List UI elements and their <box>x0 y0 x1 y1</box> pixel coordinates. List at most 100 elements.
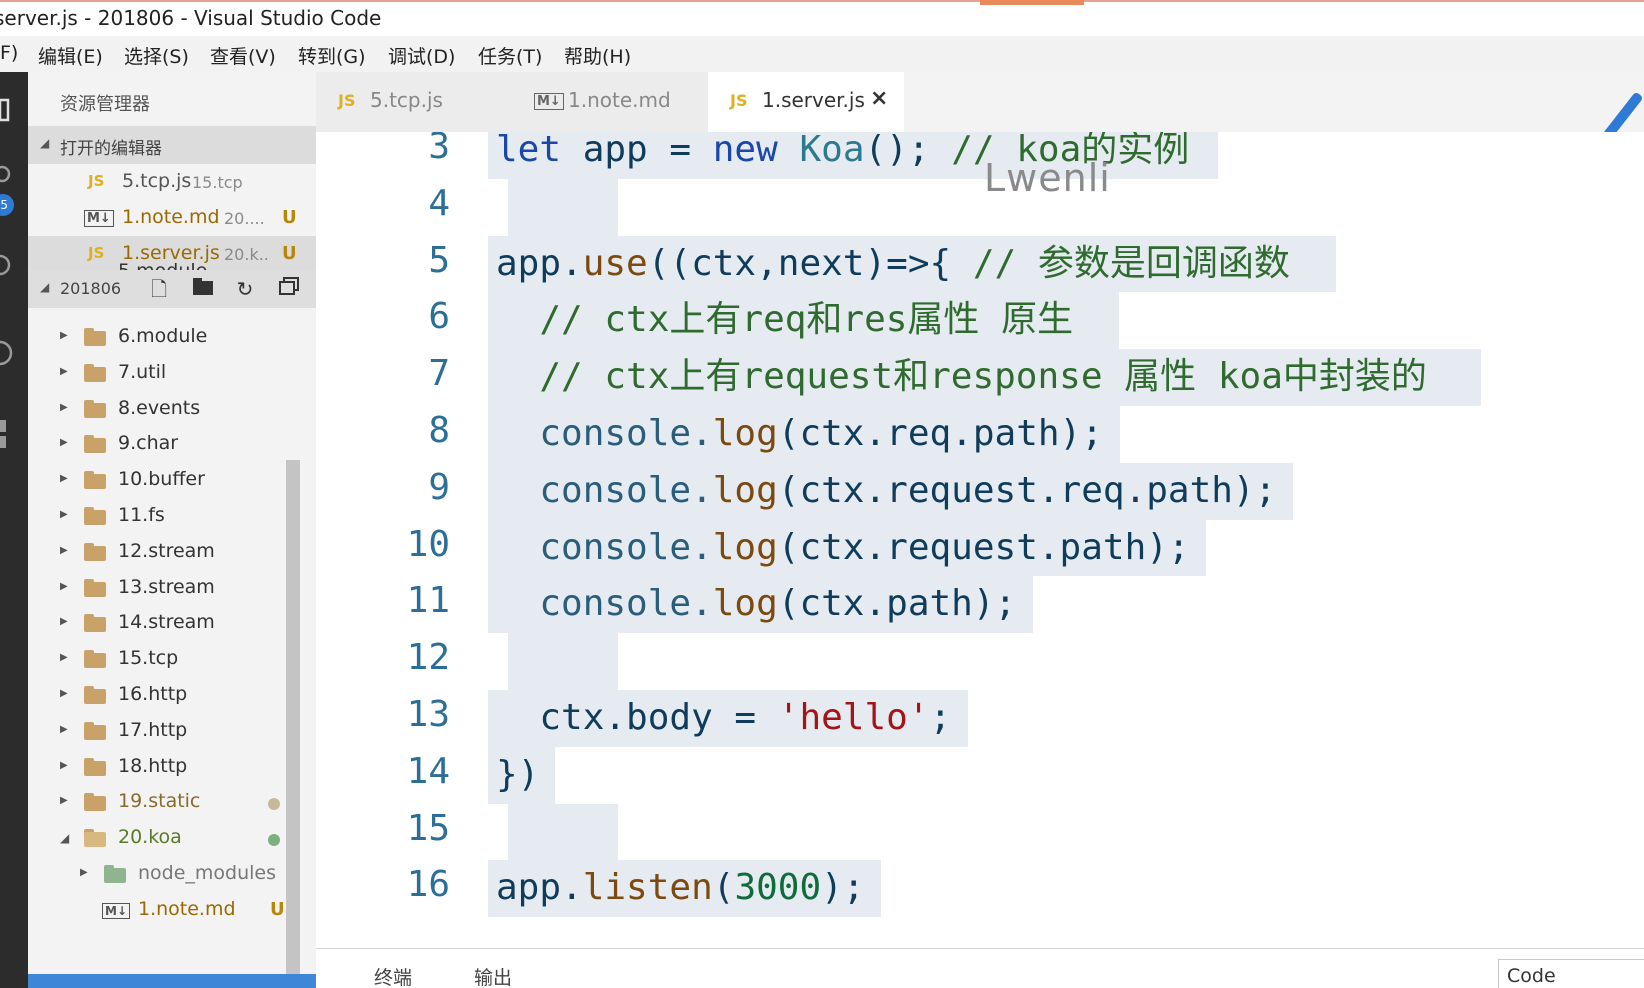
source-control-badge: 5 <box>0 194 14 216</box>
tree-item-label: 20.koa <box>118 826 182 849</box>
chevron-right-icon: ▶ <box>60 688 68 699</box>
tree-item-folder[interactable]: ◢ 20.koa <box>28 821 316 857</box>
menu-goto[interactable]: 转到(G) <box>298 42 366 69</box>
tab-1-server-js[interactable]: JS 1.server.js × <box>708 72 904 132</box>
code-line: app.use((ctx,next)=>{ // 参数是回调函数 <box>496 236 1290 292</box>
tree-item-folder[interactable]: ▶ 13.stream <box>28 571 316 607</box>
menu-file[interactable]: F) <box>0 42 18 64</box>
line-number: 10 <box>406 523 450 565</box>
tree-item-folder[interactable]: ▶ 18.http <box>28 750 316 786</box>
menu-selection[interactable]: 选择(S) <box>124 42 189 69</box>
code-token: log <box>712 469 778 511</box>
js-file-icon: JS <box>338 91 356 110</box>
bottom-panel: 终端 输出 Code <box>316 948 1644 988</box>
menu-tasks[interactable]: 任务(T) <box>478 42 542 69</box>
code-token: ( <box>712 867 735 909</box>
tab-5-tcp-js[interactable]: JS 5.tcp.js <box>316 72 512 132</box>
new-folder-icon[interactable] <box>190 276 216 302</box>
tree-item-folder[interactable]: ▶ 19.static <box>28 785 316 821</box>
tree-item-folder[interactable]: ▶ 11.fs <box>28 499 316 535</box>
chevron-right-icon: ▶ <box>60 616 68 628</box>
tree-item-folder[interactable]: ▶ 7.util <box>28 356 316 392</box>
code-token: (ctx.request.path); <box>777 526 1190 568</box>
debug-icon[interactable] <box>0 338 28 366</box>
explorer-icon[interactable] <box>0 98 28 126</box>
title-bar: server.js - 201806 - Visual Studio Code <box>0 0 1644 36</box>
new-file-icon[interactable]: 🗋 <box>146 276 172 302</box>
selected-tree-item[interactable] <box>28 974 316 988</box>
chevron-right-icon: ▶ <box>60 580 68 592</box>
code-token: // ctx上有request和response 属性 koa中封装的 <box>496 356 1427 398</box>
tree-item-label: 11.fs <box>118 504 165 526</box>
open-editor-item[interactable]: M↓ 1.note.md 20.... U <box>28 200 316 237</box>
tree-item-folder[interactable]: ▶ 12.stream <box>28 535 316 571</box>
tree-item-folder[interactable]: ▶ node_modules <box>28 857 316 893</box>
code-token: log <box>712 583 778 625</box>
code-token: Koa <box>799 132 865 170</box>
code-token: (ctx.path); <box>777 583 1017 625</box>
tab-output[interactable]: 输出 <box>474 963 512 988</box>
folder-header[interactable]: ◢ 201806 🗋 ↻ <box>28 270 316 308</box>
code-line: app.listen(3000); <box>496 860 865 916</box>
tree-item-folder[interactable]: ▶ 14.stream <box>28 606 316 642</box>
tree-item-folder[interactable]: ▶ 8.events <box>28 392 316 428</box>
close-icon[interactable]: × <box>870 86 888 111</box>
tab-terminal[interactable]: 终端 <box>374 963 412 988</box>
code-token: log <box>712 413 778 454</box>
tree-item-label: 19.static <box>118 790 201 813</box>
code-line: ctx.body = 'hello'; <box>496 690 951 746</box>
extensions-icon[interactable] <box>0 418 28 448</box>
code-token: }) <box>496 753 540 795</box>
refresh-icon[interactable]: ↻ <box>232 276 258 302</box>
line-number: 9 <box>428 466 450 508</box>
folder-icon <box>84 507 106 525</box>
tree-item-label: 9.char <box>118 432 179 455</box>
chevron-right-icon: ▶ <box>60 544 68 556</box>
folder-icon <box>84 829 106 848</box>
tree-item-folder[interactable]: ▶ 10.buffer <box>28 463 316 499</box>
tree-item-folder[interactable]: ▶ 17.http <box>28 714 316 750</box>
tree-item-label: 12.stream <box>118 539 215 562</box>
search-icon[interactable] <box>0 164 28 192</box>
code-token: use <box>582 242 648 284</box>
code-token: ); <box>821 867 865 909</box>
code-line: console.log(ctx.request.path); <box>496 520 1190 576</box>
line-number: 5 <box>428 239 450 281</box>
tree-item-label: node_modules <box>138 862 277 884</box>
chevron-right-icon: ▶ <box>80 867 88 878</box>
tree-item-folder[interactable]: ▶ 9.char <box>28 427 316 463</box>
activity-bar: 5 <box>0 72 28 988</box>
collapse-all-icon[interactable] <box>276 276 302 302</box>
tree-item-label: 13.stream <box>118 575 215 598</box>
tree-item-file[interactable]: M↓ 1.note.md U <box>28 893 316 929</box>
line-number: 12 <box>406 637 450 679</box>
line-number: 7 <box>428 353 450 395</box>
output-channel-value: Code <box>1507 965 1556 987</box>
tree-item-folder[interactable]: ▶ 16.http <box>28 678 316 714</box>
menu-help[interactable]: 帮助(H) <box>564 42 631 69</box>
tab-1-note-md[interactable]: M↓ 1.note.md <box>512 72 708 132</box>
code-token: console. <box>496 413 713 454</box>
menu-debug[interactable]: 调试(D) <box>388 42 455 69</box>
chevron-right-icon: ▶ <box>60 365 68 377</box>
chevron-down-icon: ◢ <box>40 136 50 150</box>
folder-icon <box>84 363 106 382</box>
output-channel-select[interactable]: Code <box>1498 959 1644 988</box>
tree-item-folder[interactable]: ▶ 15.tcp <box>28 642 316 678</box>
tab-label: 1.server.js <box>762 88 865 112</box>
open-editor-item[interactable]: JS 5.tcp.js 15.tcp <box>28 164 316 201</box>
source-control-icon[interactable] <box>0 252 28 280</box>
code-token: let <box>496 132 562 170</box>
code-editor[interactable]: 3 4 5 6 7 8 9 10 11 12 13 14 15 16 let app = new Koa(… <box>316 132 1644 948</box>
code-token: ctx.body = <box>496 697 778 738</box>
menu-view[interactable]: 查看(V) <box>210 42 276 69</box>
code-token: ; <box>929 697 952 738</box>
menu-bar: F) 编辑(E) 选择(S) 查看(V) 转到(G) 调试(D) 任务(T) 帮… <box>0 36 1644 72</box>
line-number: 13 <box>406 694 450 735</box>
tree-item-folder[interactable]: ▶ 6.module <box>28 320 316 356</box>
tab-label: 1.note.md <box>568 88 671 112</box>
chevron-down-icon: ◢ <box>60 831 70 846</box>
open-editors-header[interactable]: ◢ 打开的编辑器 <box>28 126 316 164</box>
sidebar-scrollbar[interactable] <box>286 460 300 988</box>
menu-edit[interactable]: 编辑(E) <box>38 42 103 69</box>
